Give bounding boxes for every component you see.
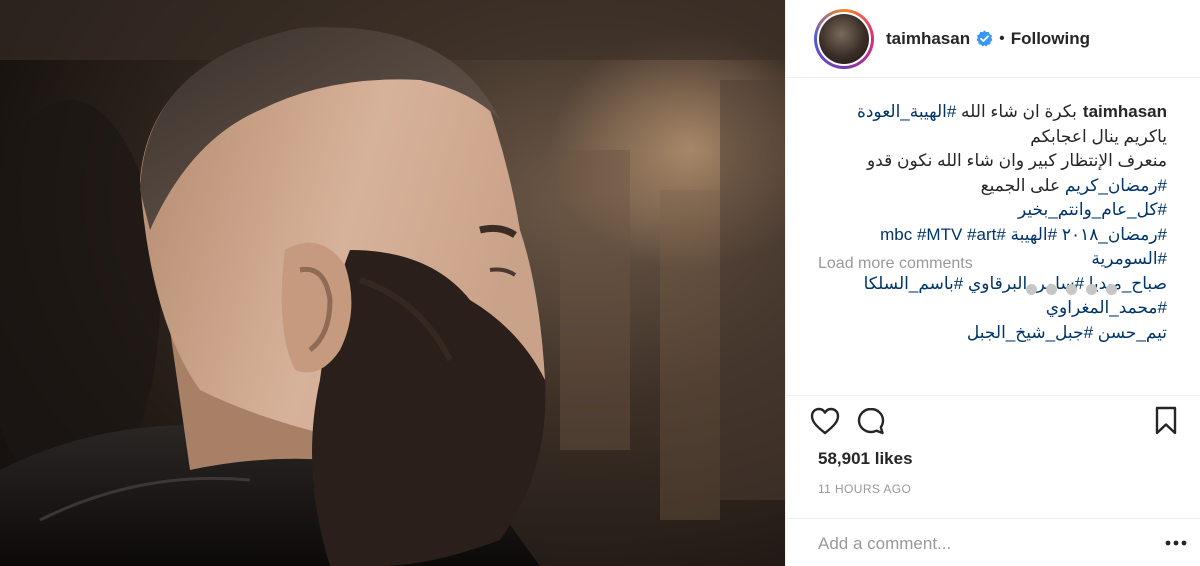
add-comment-bar xyxy=(786,518,1200,566)
caption-line: #رمضان_كريم على الجميع xyxy=(818,174,1167,199)
post-timestamp[interactable]: 11 HOURS AGO xyxy=(818,482,911,496)
post-details-panel: taimhasan • Following taimhasan بكرة ان ش… xyxy=(785,0,1200,566)
caption-line: ياكريم ينال اعجابكم xyxy=(818,125,1167,150)
save-button[interactable] xyxy=(1149,404,1183,438)
author-username[interactable]: taimhasan xyxy=(886,29,970,49)
caption-text: على الجميع xyxy=(980,175,1065,195)
avatar[interactable] xyxy=(814,8,874,69)
caption-line: #رمضان_٢٠١٨ #الهيبة #mbc #MTV #art xyxy=(818,223,1167,248)
comment-button[interactable] xyxy=(854,404,888,438)
hashtag-link[interactable]: #رمضان_٢٠١٨ xyxy=(1057,225,1167,244)
photo-illustration xyxy=(0,0,785,566)
comment-input[interactable] xyxy=(818,531,1148,557)
post-caption: taimhasan بكرة ان شاء الله #الهيبة_العودة… xyxy=(818,100,1167,345)
likes-count[interactable]: 58,901 likes xyxy=(818,449,913,469)
bookmark-icon xyxy=(1155,406,1177,435)
caption-line: تيم_حسن #جبل_شيخ_الجبل xyxy=(818,321,1167,346)
caption-text: بكرة ان شاء الله xyxy=(956,102,1077,121)
hashtag-link[interactable]: #باسم_السلكا xyxy=(864,274,964,293)
caption-owner-username[interactable]: taimhasan xyxy=(1083,102,1167,121)
instagram-post: taimhasan • Following taimhasan بكرة ان ش… xyxy=(0,0,1200,566)
more-options-icon xyxy=(1165,540,1187,546)
post-photo[interactable] xyxy=(0,0,785,566)
following-button[interactable]: Following xyxy=(1011,29,1090,49)
hashtag-link[interactable]: #MTV xyxy=(917,225,967,244)
loading-indicator xyxy=(1026,284,1117,295)
more-options-button[interactable] xyxy=(1164,533,1188,553)
comment-bubble-icon xyxy=(857,407,885,435)
like-button[interactable] xyxy=(808,404,842,438)
load-more-comments-button[interactable]: Load more comments xyxy=(818,255,973,273)
header-separator: • xyxy=(999,29,1005,47)
post-header: taimhasan • Following xyxy=(786,0,1200,78)
hashtag-link[interactable]: #art xyxy=(967,225,996,244)
caption-text: منعرف الإنتظار كبير وان شاء الله نكون قد… xyxy=(867,151,1167,170)
caption-line: منعرف الإنتظار كبير وان شاء الله نكون قد… xyxy=(818,149,1167,174)
avatar-frame xyxy=(817,11,871,66)
hashtag-link[interactable]: #جبل_شيخ_الجبل xyxy=(967,323,1093,342)
caption-line: taimhasan بكرة ان شاء الله #الهيبة_العودة xyxy=(818,100,1167,125)
avatar-image xyxy=(819,13,869,64)
hashtag-link[interactable]: #محمد_المغراوي xyxy=(1046,298,1167,317)
hashtag-link[interactable]: #الهيبة_العودة xyxy=(857,102,956,121)
hashtag-link[interactable]: #السومرية xyxy=(1091,249,1167,268)
hashtag-link[interactable]: #كل_عام_وانتم_بخير xyxy=(1018,200,1167,219)
hashtag-link[interactable]: #الهيبة xyxy=(1006,225,1058,244)
caption-text: ياكريم ينال اعجابكم xyxy=(1030,126,1167,146)
action-bar xyxy=(786,395,1200,445)
comments-area: taimhasan بكرة ان شاء الله #الهيبة_العودة… xyxy=(786,100,1200,345)
heart-icon xyxy=(810,407,840,435)
hashtag-link[interactable]: #رمضان_كريم xyxy=(1065,176,1167,195)
hashtag-link[interactable]: تيم_حسن xyxy=(1093,323,1167,342)
caption-line: #كل_عام_وانتم_بخير xyxy=(818,198,1167,223)
caption-line: #محمد_المغراوي xyxy=(818,296,1167,321)
verified-badge-icon xyxy=(976,30,993,47)
